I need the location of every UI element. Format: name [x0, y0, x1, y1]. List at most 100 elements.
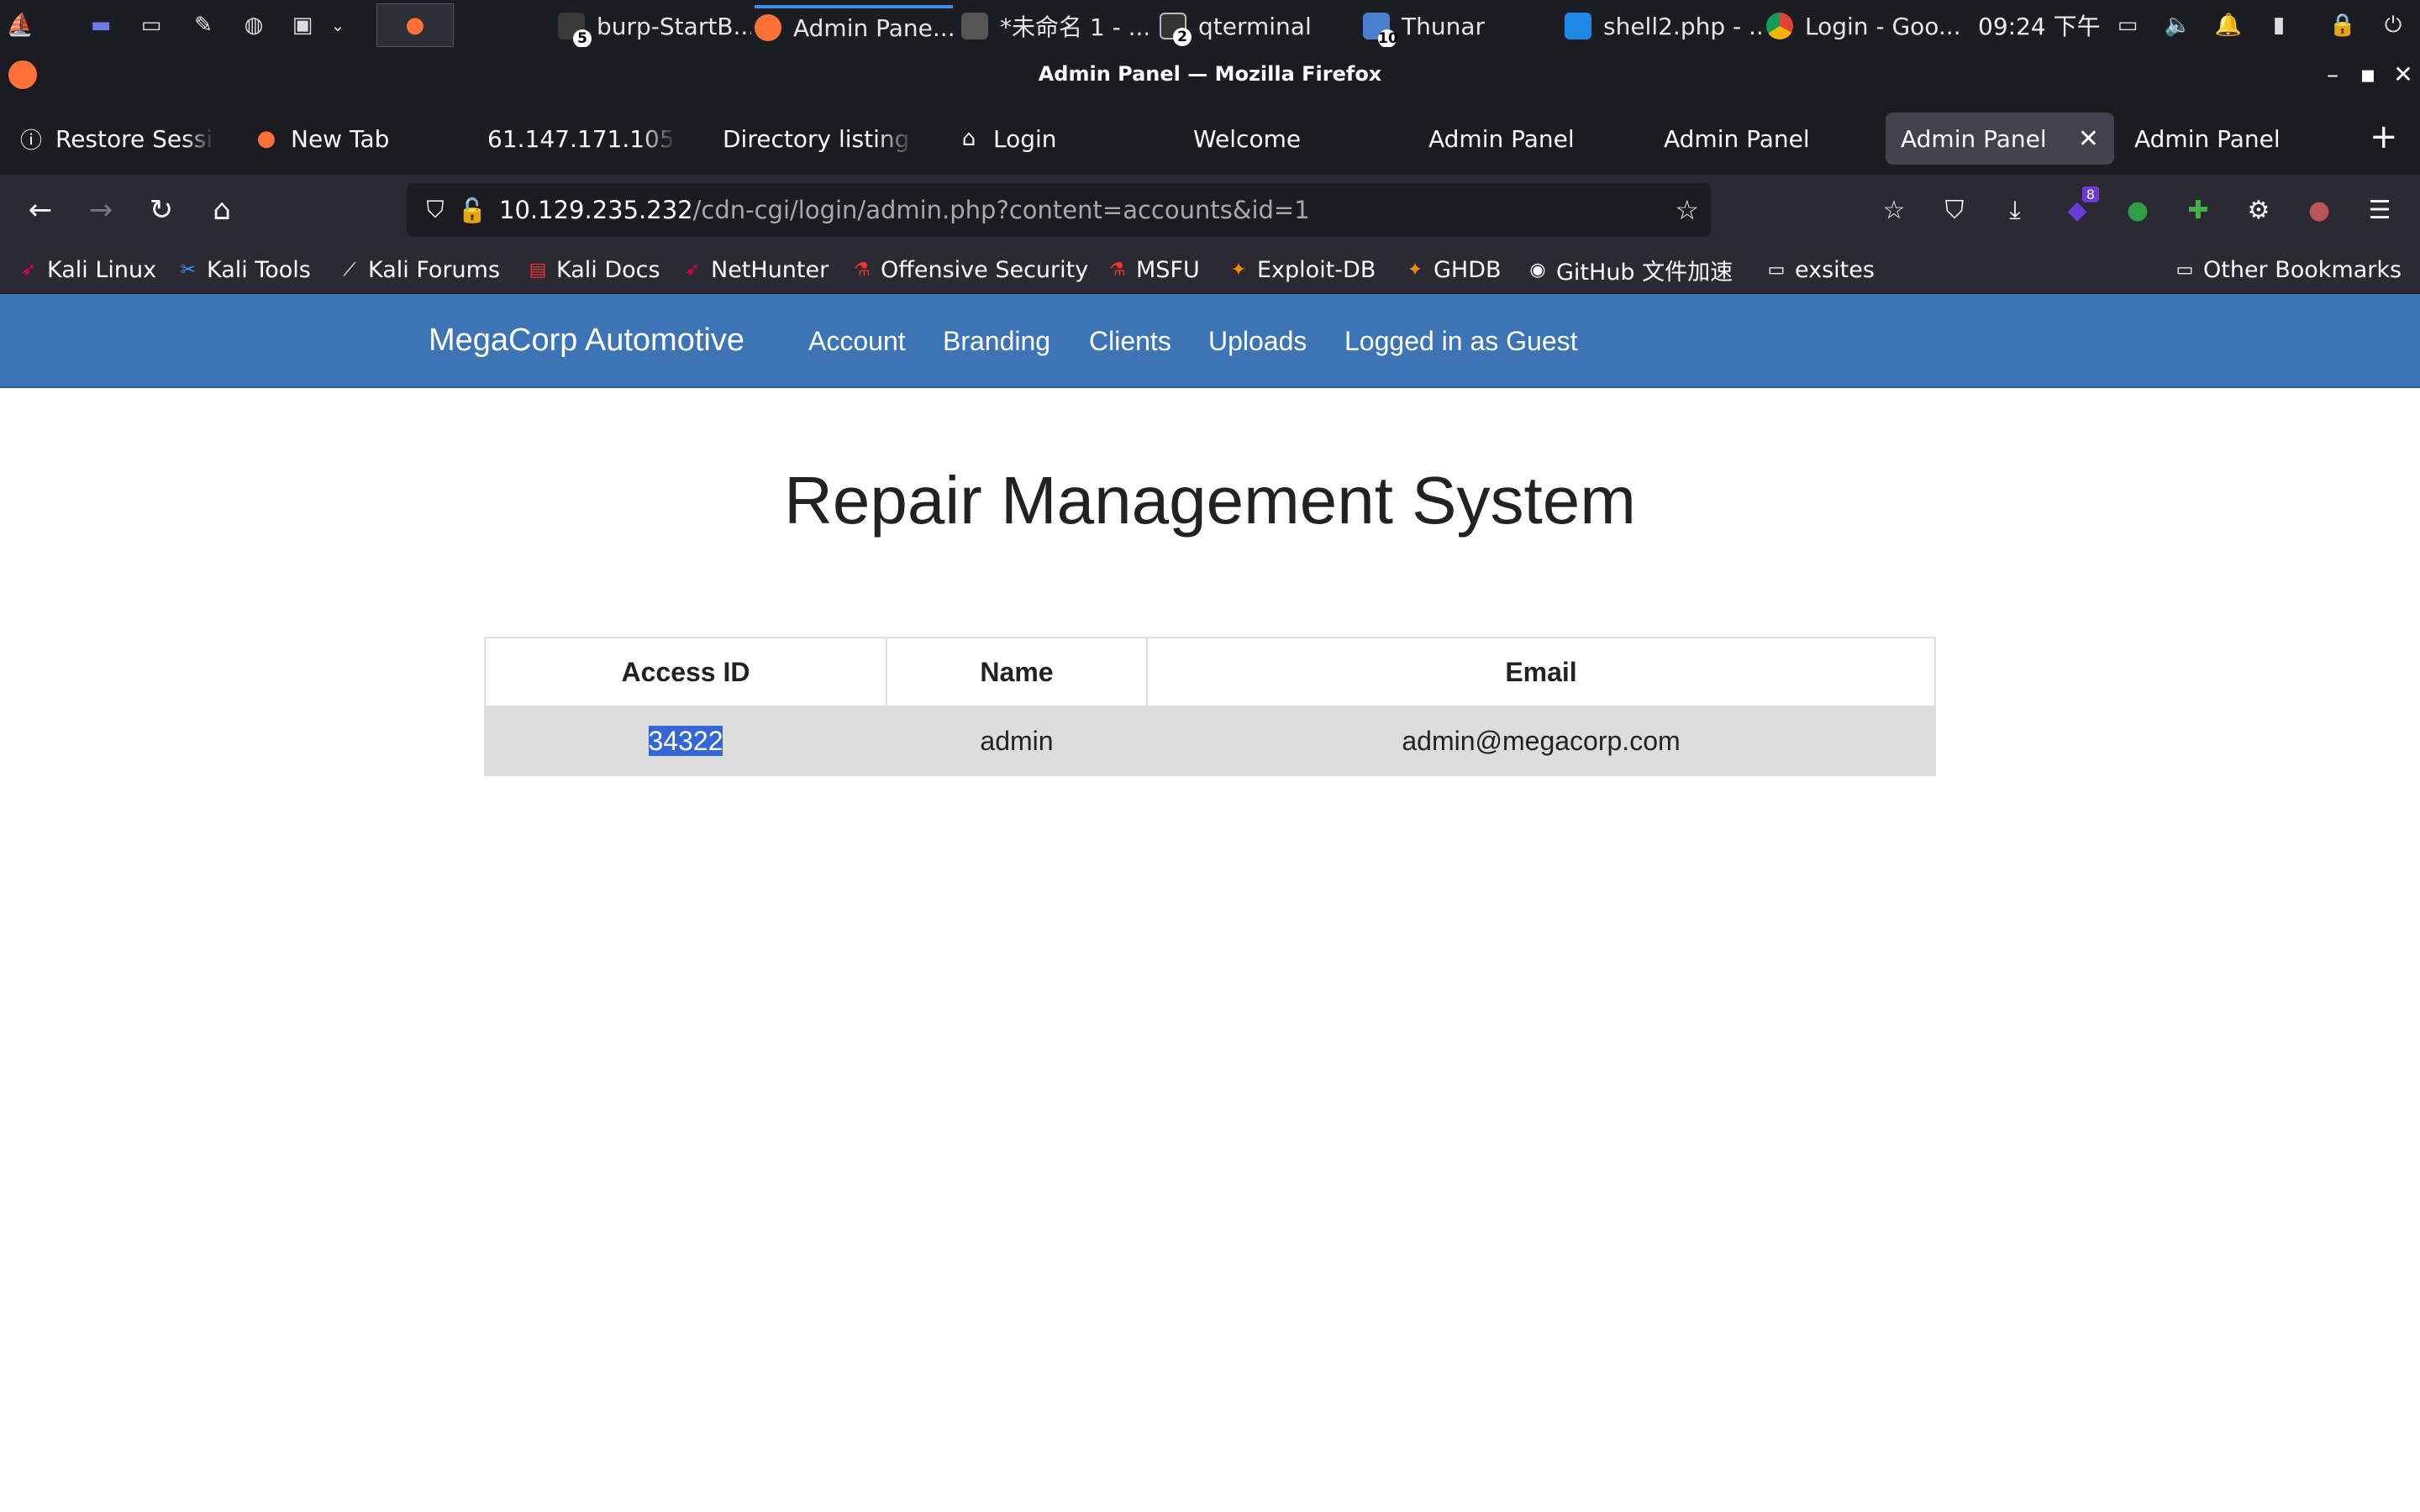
tab-restore-session[interactable]: ⓘRestore Session [3, 113, 230, 165]
downloads-icon[interactable]: ⤓ [1996, 192, 2033, 228]
ghdb-icon: ✦ [1407, 259, 1423, 281]
notifications-icon[interactable]: 🔔 [2213, 10, 2244, 40]
clock[interactable]: 09:24 下午 [1978, 8, 2101, 42]
tab-strip: ⓘRestore Session ●New Tab 61.147.171.105… [0, 101, 2420, 175]
back-icon[interactable]: ← [22, 192, 59, 228]
info-icon: ⓘ [19, 128, 42, 154]
extension-leaf-icon[interactable]: ● [2119, 192, 2156, 228]
taskbar-task-qterminal[interactable]: 2 qterminal [1160, 5, 1328, 47]
close-tab-icon[interactable]: ✕ [2061, 124, 2099, 154]
reload-icon[interactable]: ↻ [143, 192, 180, 228]
display-icon[interactable]: ▭ [2112, 10, 2143, 40]
chrome-icon [1766, 13, 1793, 39]
other-bookmarks[interactable]: ▭ Other Bookmarks [2173, 254, 2402, 286]
taskbar-task-firefox[interactable]: Admin Pane... [755, 5, 953, 47]
taskbar-task-thunar[interactable]: 10 Thunar [1363, 5, 1506, 47]
chevron-down-icon[interactable]: ⌄ [323, 10, 353, 40]
bookmarks-toolbar: ➶ Kali Linux ✂ Kali Tools ⟋ Kali Forums ▤ Ka… [0, 245, 2420, 294]
extension-blob-icon[interactable]: ● [2301, 192, 2338, 228]
file-manager-icon[interactable]: ▭ [136, 10, 166, 40]
home-icon: ⌂ [961, 126, 976, 151]
lock-screen-icon[interactable]: 🔒 [2328, 10, 2358, 40]
nav-account[interactable]: Account [808, 326, 906, 357]
msfu-icon: ⚗ [1109, 259, 1126, 281]
kali-forums-icon: ⟋ [343, 259, 356, 281]
column-header-access-id: Access ID [484, 637, 887, 707]
github-icon: ◉ [1529, 259, 1546, 281]
terminal-icon[interactable]: ▣ [287, 10, 318, 40]
text-editor-icon[interactable]: ✎ [188, 10, 218, 40]
page-title: Repair Management System [784, 463, 1636, 538]
accounts-table: Access ID Name Email 34322 admin admin@m… [484, 637, 1936, 776]
site-brand[interactable]: MegaCorp Automotive [429, 323, 744, 359]
maximize-icon[interactable]: ▪ [2353, 60, 2383, 88]
home-icon[interactable]: ⌂ [203, 192, 240, 228]
extension-cookie-icon[interactable]: ⚙ [2240, 192, 2277, 228]
firefox-icon [755, 14, 781, 41]
firefox-icon: ● [256, 126, 276, 151]
close-window-icon[interactable]: ✕ [2388, 60, 2418, 88]
volume-icon[interactable]: 🔈 [2163, 10, 2193, 40]
menu-hamburger-icon[interactable]: ☰ [2361, 192, 2398, 228]
table-header-row: Access ID Name Email [484, 637, 1936, 707]
page-content: MegaCorp Automotive Account Branding Cli… [0, 294, 2420, 1512]
nav-clients[interactable]: Clients [1089, 326, 1171, 357]
nav-logged-in-as[interactable]: Logged in as Guest [1344, 326, 1578, 357]
bookmark-kali-forums[interactable]: ⟋ Kali Forums [338, 254, 500, 286]
column-header-email: Email [1146, 637, 1936, 707]
minimize-icon[interactable]: – [2317, 60, 2348, 88]
kali-docs-icon: ▤ [529, 259, 547, 281]
bookmark-offensive-security[interactable]: ⚗ Offensive Security [850, 254, 1088, 286]
bookmark-nethunter[interactable]: ➶ NetHunter [681, 254, 829, 286]
window-titlebar: Admin Panel — Mozilla Firefox – ▪ ✕ [0, 50, 2420, 101]
pocket-icon[interactable]: ⛉ [1936, 192, 1973, 228]
insecure-lock-icon[interactable]: 🔓 [454, 192, 491, 228]
bookmark-msfu[interactable]: ⚗ MSFU [1106, 254, 1200, 286]
site-navbar: MegaCorp Automotive Account Branding Cli… [0, 294, 2420, 388]
selected-text[interactable]: 34322 [648, 725, 723, 756]
tab-admin-panel[interactable]: Admin Panel [1649, 113, 1859, 165]
tab-admin-panel-active[interactable]: Admin Panel ✕ [1886, 113, 2114, 165]
kali-menu-icon[interactable]: ⛵ [5, 10, 35, 40]
bookmark-kali-linux[interactable]: ➶ Kali Linux [17, 254, 156, 286]
tracking-protection-icon[interactable]: ⛉ [417, 192, 454, 228]
bookmark-kali-docs[interactable]: ▤ Kali Docs [526, 254, 660, 286]
thunar-icon: 10 [1363, 13, 1398, 47]
taskbar-task-vscode[interactable]: shell2.php - ... [1565, 5, 1763, 47]
bookmark-star-icon[interactable]: ☆ [1675, 194, 1699, 226]
new-tab-icon[interactable]: + [2370, 118, 2398, 156]
bookmark-kali-tools[interactable]: ✂ Kali Tools [176, 254, 311, 286]
tab-admin-panel[interactable]: Admin Panel [1413, 113, 1623, 165]
taskbar-task-editor[interactable]: *未命名 1 - ... [961, 5, 1148, 47]
bookmark-exploit-db[interactable]: ✦ Exploit-DB [1227, 254, 1376, 286]
reading-list-icon[interactable]: ☆ [1876, 192, 1912, 228]
bookmark-ghdb[interactable]: ✦ GHDB [1403, 254, 1502, 286]
cell-email: admin@megacorp.com [1146, 706, 1936, 776]
vscode-icon [1565, 13, 1591, 39]
workspace-firefox-icon[interactable]: ● [376, 3, 454, 47]
tab-new-tab[interactable]: ● New Tab [239, 113, 424, 165]
folder-icon: ▭ [1767, 259, 1786, 281]
offsec-icon: ⚗ [854, 259, 871, 281]
battery-icon[interactable]: ▮ [2264, 10, 2294, 40]
forward-icon[interactable]: → [82, 192, 119, 228]
tab-admin-panel[interactable]: Admin Panel [2119, 113, 2329, 165]
tab-login[interactable]: ⌂ Login [941, 113, 1151, 165]
taskbar-task-burp[interactable]: 5 burp-StartB... [558, 5, 751, 47]
extension-puzzle-icon[interactable]: ✚ [2180, 192, 2217, 228]
tab-directory-listing[interactable]: Directory listing for [708, 113, 929, 165]
nav-branding[interactable]: Branding [943, 326, 1050, 357]
column-header-name: Name [886, 637, 1148, 707]
bookmark-github[interactable]: ◉ GitHub 文件加速 [1526, 254, 1733, 286]
tab-welcome[interactable]: Welcome [1178, 113, 1388, 165]
extension-badge-icon[interactable]: ◆ 8 [2059, 186, 2099, 228]
web-browser-icon[interactable]: ◍ [239, 10, 269, 40]
bookmark-folder-exsites[interactable]: ▭ exsites [1765, 254, 1875, 286]
folder-icon: ▭ [2175, 259, 2194, 281]
url-bar[interactable]: ⛉ 🔓 10.129.235.232/cdn-cgi/login/admin.p… [407, 183, 1711, 237]
tab-ip-address[interactable]: 61.147.171.105:54 [472, 113, 692, 165]
show-desktop-icon[interactable]: ▬ [86, 10, 116, 40]
nav-uploads[interactable]: Uploads [1208, 326, 1307, 357]
taskbar-task-chrome[interactable]: Login - Goo... [1766, 5, 1963, 47]
power-icon[interactable]: ⏻ [2378, 10, 2408, 40]
